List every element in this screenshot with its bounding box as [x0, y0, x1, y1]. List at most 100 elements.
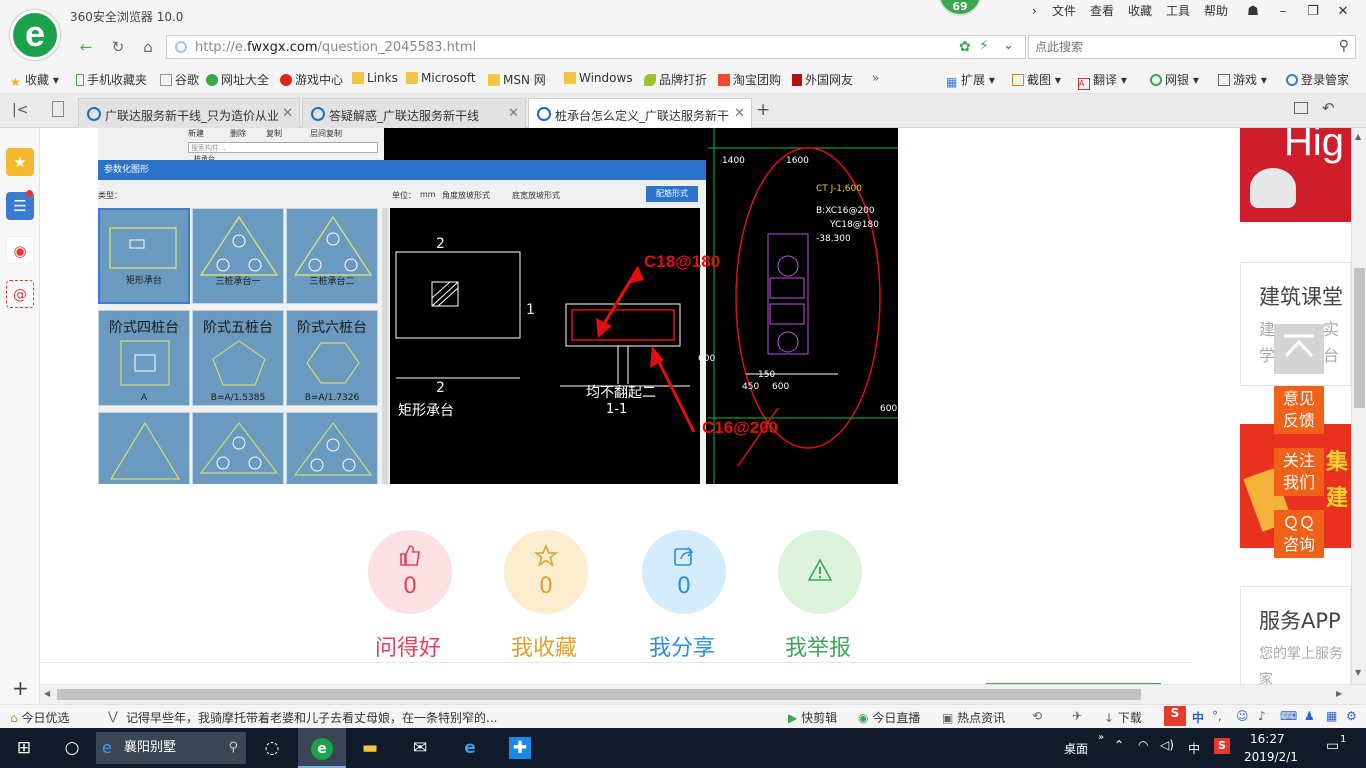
bookmark-favorites[interactable]: ★ 收藏 ▾	[10, 71, 59, 89]
tab-1[interactable]: 广联达服务新干线_只为造价从业 ✕	[78, 98, 300, 128]
email-icon[interactable]: @	[6, 280, 34, 308]
menu-favorites[interactable]: 收藏	[1128, 3, 1152, 19]
app-icon[interactable]: ✚	[496, 728, 544, 768]
toolbox-icon[interactable]: ▦	[1326, 709, 1337, 723]
tab-close-icon[interactable]: ✕	[508, 106, 519, 121]
bookmark-sites[interactable]: 网址大全	[206, 71, 269, 88]
close-button[interactable]: ✕	[1332, 3, 1354, 21]
taskbar-search[interactable]: e 襄阳别墅 ⚲	[96, 732, 246, 764]
toolbar-login-manager[interactable]: 登录管家	[1286, 71, 1349, 88]
like-label[interactable]: 问得好	[358, 630, 458, 662]
keyboard-icon[interactable]: ⌨	[1280, 709, 1297, 723]
chevron-right-icon[interactable]: ›	[1032, 3, 1037, 19]
ime-indicator[interactable]: 中	[1188, 740, 1200, 757]
bookmark-windows[interactable]: Windows	[564, 71, 633, 85]
live-button[interactable]: ◉ 今日直播	[858, 709, 920, 726]
toolbar-translate[interactable]: A 翻译 ▾	[1078, 71, 1127, 90]
tab-3-active[interactable]: 桩承台怎么定义_广联达服务新干 ✕	[528, 98, 752, 129]
search-box[interactable]: ⚲	[1028, 35, 1356, 59]
share-label[interactable]: 我分享	[632, 630, 732, 662]
toolbar-games[interactable]: 游戏 ▾	[1218, 71, 1267, 88]
back-button[interactable]: ←	[74, 36, 98, 58]
restore-tabs-icon[interactable]	[1294, 102, 1308, 114]
chevron-down-icon[interactable]: ⌄	[1003, 38, 1014, 53]
home-button[interactable]: ⌂	[136, 36, 160, 58]
add-sidebar-button[interactable]: +	[12, 676, 29, 700]
cortana-icon[interactable]: ○	[48, 728, 96, 768]
emoji-icon[interactable]: ☺	[1236, 709, 1249, 723]
scroll-right-arrow-icon[interactable]: ▶	[1336, 689, 1342, 698]
toolbar-screenshot[interactable]: 截图 ▾	[1012, 71, 1061, 88]
taskbar-360-browser[interactable]: e	[298, 728, 346, 768]
like-button[interactable]: 0	[368, 530, 452, 614]
edge-icon[interactable]: e	[446, 728, 494, 768]
ime-mode[interactable]: 中	[1192, 709, 1204, 726]
show-hidden-icon[interactable]: ⌃	[1114, 738, 1124, 752]
today-picks[interactable]: ⌂ 今日优选	[10, 709, 69, 726]
speed-icon[interactable]: ⟲	[1032, 709, 1042, 723]
back-to-top-button[interactable]	[1274, 324, 1324, 374]
undo-close-icon[interactable]: ↶	[1322, 99, 1335, 117]
lightning-icon[interactable]: ⚡	[979, 38, 989, 54]
bookmark-taobao[interactable]: 淘宝团购	[718, 71, 781, 88]
sogou-ime-icon[interactable]: S	[1164, 706, 1186, 726]
bookmark-mobile[interactable]: 手机收藏夹	[76, 71, 147, 88]
maximize-button[interactable]: ❐	[1302, 3, 1324, 21]
new-tab-button[interactable]: +	[756, 100, 770, 120]
task-view-icon[interactable]: ◌	[248, 728, 296, 768]
tab-close-icon[interactable]: ✕	[282, 106, 293, 121]
volume-icon[interactable]: ◁)	[1160, 738, 1174, 752]
share-button[interactable]: 0	[642, 530, 726, 614]
bookmark-links[interactable]: Links	[352, 71, 398, 85]
bookmark-games[interactable]: 游戏中心	[280, 71, 343, 88]
vertical-scrollbar[interactable]: ▲ ▼	[1351, 128, 1366, 684]
weibo-icon[interactable]: ◉	[6, 236, 34, 264]
hot-news-button[interactable]: ▣ 热点资讯	[942, 709, 1005, 726]
bookmark-brand[interactable]: 品牌打折	[644, 71, 707, 88]
search-icon[interactable]: ⚲	[1339, 38, 1349, 54]
toolbar-extensions[interactable]: ▦ 扩展 ▾	[946, 71, 995, 89]
windows-start-icon[interactable]: ⊞	[0, 728, 48, 768]
bookmark-google[interactable]: 谷歌	[160, 71, 199, 88]
feedback-button[interactable]: 意见 反馈	[1274, 386, 1324, 434]
wifi-icon[interactable]: ◠	[1138, 738, 1148, 752]
scroll-up-arrow-icon[interactable]: ▲	[1355, 132, 1361, 141]
favorite-button[interactable]: 0	[504, 530, 588, 614]
search-input[interactable]	[1029, 36, 1319, 58]
toolbar-bank[interactable]: 网银 ▾	[1150, 71, 1199, 88]
bookmark-msn[interactable]: MSN 网	[488, 71, 546, 88]
menu-help[interactable]: 帮助	[1204, 3, 1228, 19]
report-label[interactable]: 我举报	[768, 630, 868, 662]
scroll-left-arrow-icon[interactable]: ◀	[44, 689, 50, 698]
tab-2[interactable]: 答疑解惑_广联达服务新干线 ✕	[302, 98, 526, 128]
url-text[interactable]: http://e.fwxgx.com/question_2045583.html	[195, 40, 476, 55]
qq-consult-button[interactable]: ＱＱ 咨询	[1274, 510, 1324, 558]
sidebar-toggle-icon[interactable]: |<	[12, 102, 28, 118]
follow-us-button[interactable]: 关注 我们	[1274, 448, 1324, 496]
skin-shirt-icon[interactable]: ♟	[1304, 709, 1315, 723]
favorites-star-icon[interactable]: ★	[6, 148, 34, 176]
file-explorer-icon[interactable]: ▬	[346, 728, 394, 768]
security-shield-icon[interactable]: ✿	[959, 39, 971, 55]
menu-view[interactable]: 查看	[1090, 3, 1114, 19]
vertical-scroll-thumb[interactable]	[1354, 268, 1365, 408]
address-bar[interactable]: http://e.fwxgx.com/question_2045583.html…	[166, 35, 1026, 59]
punct-icon[interactable]: °,	[1212, 709, 1222, 723]
notification-badge[interactable]: 69	[938, 0, 982, 16]
horizontal-scrollbar[interactable]: ◀ ▶	[40, 684, 1366, 704]
quick-edit-button[interactable]: ▶ 快剪辑	[788, 709, 837, 726]
mail-icon[interactable]: ✉	[396, 728, 444, 768]
double-chevron-icon[interactable]: »	[1098, 732, 1104, 743]
notification-center-icon[interactable]: ▭	[1326, 738, 1339, 754]
mic-icon[interactable]: ♪	[1258, 709, 1266, 723]
download-button[interactable]: ↓ 下载	[1104, 709, 1142, 726]
favorite-label[interactable]: 我收藏	[494, 630, 594, 662]
desktop-label[interactable]: 桌面	[1064, 740, 1088, 757]
clock-time[interactable]: 16:27	[1250, 732, 1285, 746]
scroll-down-arrow-icon[interactable]: ▼	[1355, 668, 1361, 677]
report-button[interactable]	[778, 530, 862, 614]
bookmark-microsoft[interactable]: Microsoft	[406, 71, 476, 85]
tab-list-icon[interactable]	[52, 101, 64, 117]
menu-file[interactable]: 文件	[1052, 3, 1076, 19]
minimize-button[interactable]: –	[1272, 3, 1294, 21]
